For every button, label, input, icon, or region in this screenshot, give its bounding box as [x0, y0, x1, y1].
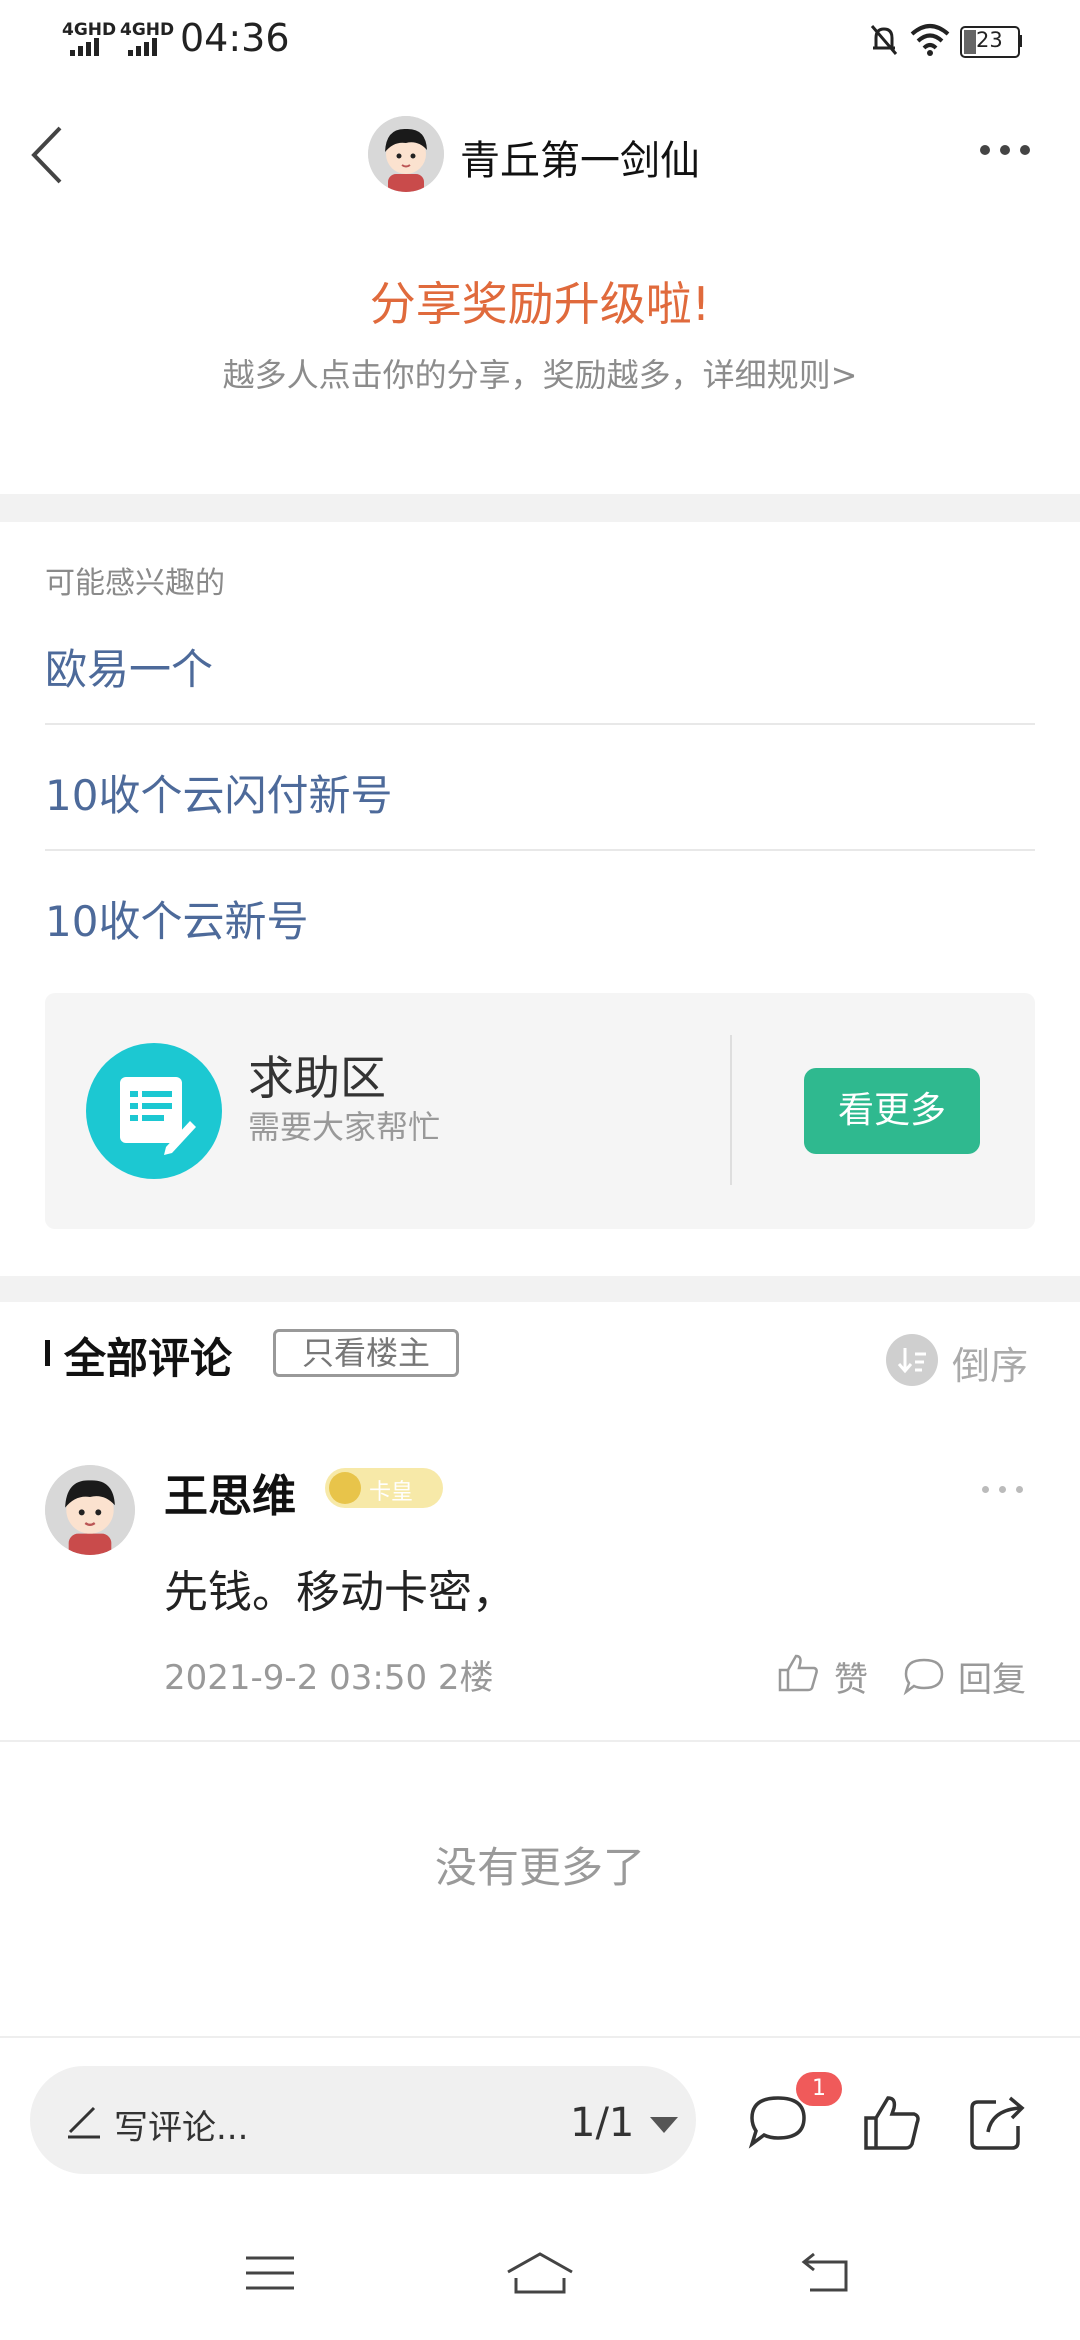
battery-tip — [1018, 35, 1022, 47]
comment-text: 先钱。移动卡密， — [164, 1567, 516, 1618]
crown-icon — [329, 1472, 361, 1504]
badge-label: 卡皇 — [369, 1480, 414, 1505]
menu-icon[interactable] — [240, 2248, 300, 2298]
wifi-icon — [910, 24, 950, 56]
status-bar: 4GHD 4GHD 04:36 23 — [0, 0, 1080, 84]
signal-bars-2-icon — [128, 34, 162, 56]
more-options-icon[interactable] — [980, 140, 1034, 160]
divider — [730, 1035, 732, 1185]
page-indicator[interactable]: 1/1 — [570, 2100, 634, 2146]
page-title: 青丘第一剑仙 — [460, 138, 700, 184]
sort-order-label[interactable]: 倒序 — [952, 1335, 1028, 1390]
commenter-name[interactable]: 王思维 — [164, 1460, 296, 1524]
like-thumb-icon[interactable] — [860, 2090, 924, 2154]
comment-more-icon[interactable] — [982, 1486, 1026, 1494]
sort-order-icon[interactable] — [886, 1334, 938, 1386]
share-icon[interactable] — [966, 2090, 1030, 2154]
interest-item[interactable]: 10收个云闪付新号 — [45, 762, 392, 823]
signal-bars-1-icon — [70, 34, 104, 56]
section-divider — [0, 1276, 1080, 1302]
comment-count-badge: 1 — [796, 2072, 842, 2106]
help-card-title: 求助区 — [248, 1051, 386, 1105]
owner-only-toggle[interactable]: 只看楼主 — [273, 1329, 459, 1377]
help-notes-icon — [86, 1043, 222, 1179]
interest-item[interactable]: 10收个云新号 — [45, 888, 308, 949]
divider — [0, 1740, 1080, 1742]
help-card-subtitle: 需要大家帮忙 — [248, 1108, 441, 1146]
commenter-avatar[interactable] — [45, 1465, 135, 1555]
clock: 04:36 — [180, 16, 290, 60]
level-badge: 卡皇 — [325, 1468, 443, 1508]
no-more-text: 没有更多了 — [434, 1843, 645, 1892]
see-more-button[interactable]: 看更多 — [804, 1068, 980, 1154]
page-dropdown-icon[interactable] — [650, 2117, 678, 2133]
section-marker — [45, 1340, 50, 1366]
promo-rules-link[interactable]: 越多人点击你的分享，奖励越多，详细规则> — [0, 350, 1080, 396]
divider — [0, 2036, 1080, 2038]
like-label[interactable]: 赞 — [834, 1652, 868, 1701]
author-avatar[interactable] — [368, 116, 444, 192]
reply-bubble-icon[interactable] — [902, 1656, 946, 1696]
interest-item[interactable]: 欧易一个 — [45, 636, 213, 697]
mute-bell-icon — [870, 25, 898, 55]
battery-icon: 23 — [960, 26, 1020, 58]
interest-label: 可能感兴趣的 — [45, 566, 225, 601]
like-thumb-icon[interactable] — [776, 1650, 820, 1694]
comments-title: 全部评论 — [64, 1334, 233, 1383]
section-divider — [0, 494, 1080, 522]
promo-title: 分享奖励升级啦! — [369, 277, 711, 331]
battery-level: 23 — [976, 28, 1003, 52]
comment-meta: 2021-9-2 03:50 2楼 — [164, 1658, 494, 1698]
divider — [45, 849, 1035, 851]
pen-icon — [68, 2106, 100, 2139]
back-arrow-icon[interactable] — [24, 120, 74, 190]
write-comment-placeholder[interactable]: 写评论... — [114, 2100, 248, 2149]
divider — [45, 723, 1035, 725]
back-nav-icon[interactable] — [796, 2248, 856, 2298]
home-icon[interactable] — [504, 2248, 576, 2298]
reply-label[interactable]: 回复 — [958, 1652, 1026, 1701]
